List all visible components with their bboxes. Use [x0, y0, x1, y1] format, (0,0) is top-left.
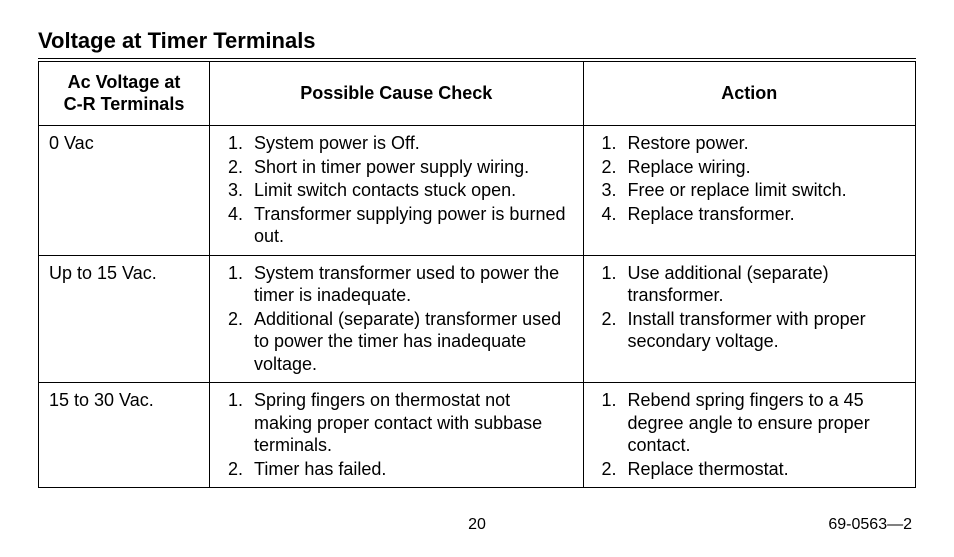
- action-cell: Restore power. Replace wiring. Free or r…: [583, 126, 915, 256]
- voltage-table: Ac Voltage at C-R Terminals Possible Cau…: [38, 62, 916, 488]
- list-item: System power is Off.: [248, 132, 573, 155]
- list-item: Free or replace limit switch.: [622, 179, 905, 202]
- section-title: Voltage at Timer Terminals: [38, 28, 916, 54]
- page-footer: 20 69-0563—2: [38, 516, 916, 534]
- col-header-cause: Possible Cause Check: [210, 62, 584, 126]
- page-number: 20: [332, 516, 622, 534]
- list-item: Rebend spring fingers to a 45 degree ang…: [622, 389, 905, 457]
- list-item: Timer has failed.: [248, 458, 573, 481]
- table-row: Up to 15 Vac. System transformer used to…: [39, 255, 916, 383]
- voltage-cell: Up to 15 Vac.: [39, 255, 210, 383]
- cause-cell: System power is Off. Short in timer powe…: [210, 126, 584, 256]
- col-header-voltage: Ac Voltage at C-R Terminals: [39, 62, 210, 126]
- table-row: 0 Vac System power is Off. Short in time…: [39, 126, 916, 256]
- list-item: Spring fingers on thermostat not making …: [248, 389, 573, 457]
- voltage-cell: 0 Vac: [39, 126, 210, 256]
- action-cell: Rebend spring fingers to a 45 degree ang…: [583, 383, 915, 488]
- action-cell: Use additional (separate) transformer. I…: [583, 255, 915, 383]
- list-item: Replace transformer.: [622, 203, 905, 226]
- cause-cell: Spring fingers on thermostat not making …: [210, 383, 584, 488]
- list-item: Replace wiring.: [622, 156, 905, 179]
- col-header-action: Action: [583, 62, 915, 126]
- table-top-rule: Ac Voltage at C-R Terminals Possible Cau…: [38, 58, 916, 488]
- voltage-cell: 15 to 30 Vac.: [39, 383, 210, 488]
- list-item: Limit switch contacts stuck open.: [248, 179, 573, 202]
- list-item: Replace thermostat.: [622, 458, 905, 481]
- list-item: Use additional (separate) transformer.: [622, 262, 905, 307]
- list-item: Install transformer with proper secondar…: [622, 308, 905, 353]
- list-item: Short in timer power supply wiring.: [248, 156, 573, 179]
- list-item: Additional (separate) transformer used t…: [248, 308, 573, 376]
- table-row: 15 to 30 Vac. Spring fingers on thermost…: [39, 383, 916, 488]
- list-item: Restore power.: [622, 132, 905, 155]
- list-item: Transformer supplying power is burned ou…: [248, 203, 573, 248]
- list-item: System transformer used to power the tim…: [248, 262, 573, 307]
- cause-cell: System transformer used to power the tim…: [210, 255, 584, 383]
- document-number: 69-0563—2: [622, 516, 912, 534]
